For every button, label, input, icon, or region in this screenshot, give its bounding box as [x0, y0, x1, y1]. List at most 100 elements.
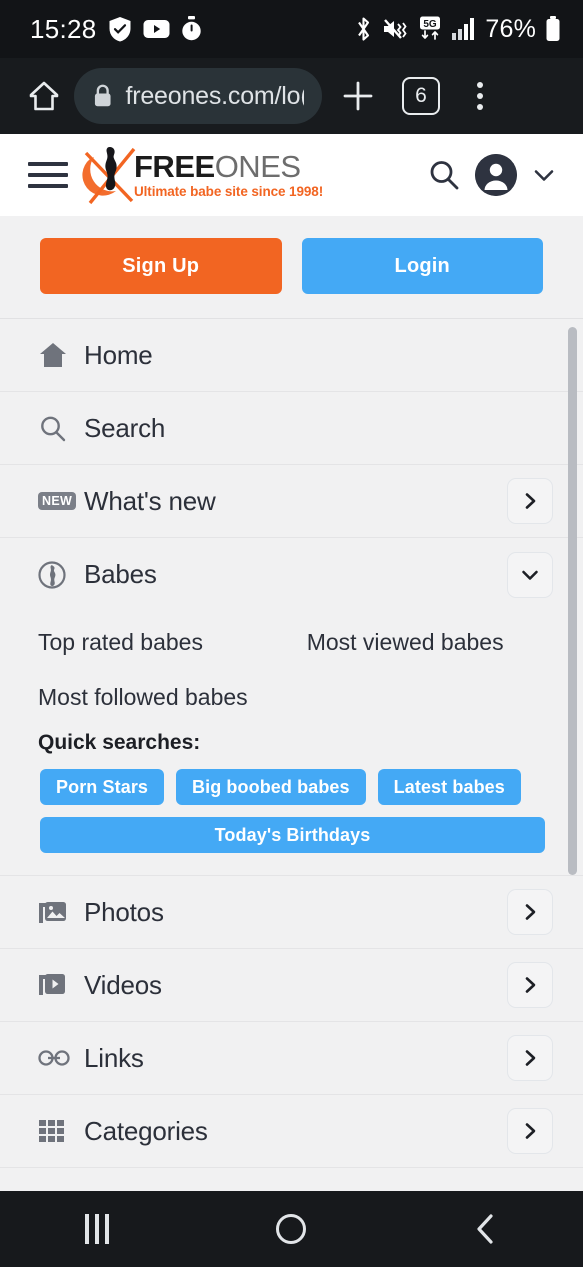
recents-bar: [105, 1214, 110, 1244]
hamburger-icon[interactable]: [22, 154, 74, 196]
chevron-down-icon: [522, 570, 538, 580]
chevron-right-icon: [525, 1123, 536, 1139]
5g-data-icon: 5G: [420, 16, 441, 40]
tab-counter-button[interactable]: 6: [402, 77, 440, 115]
link-icon: [38, 1048, 84, 1068]
menu-item-label: Home: [84, 339, 153, 370]
scrollbar-thumb[interactable]: [568, 327, 577, 875]
chevron-right-icon: [525, 977, 536, 993]
logo-primary: FREE: [134, 148, 215, 184]
status-bar: 15:28 5G 76%: [0, 0, 583, 58]
babe-silhouette-icon: [38, 560, 84, 589]
sublink-top-rated-babes[interactable]: Top rated babes: [38, 615, 307, 670]
overflow-dot: [477, 82, 483, 88]
search-icon[interactable]: [427, 158, 461, 192]
site-logo[interactable]: FREEONES Ultimate babe site since 1998!: [82, 143, 323, 207]
sublink-most-followed-babes[interactable]: Most followed babes: [38, 670, 545, 725]
home-button[interactable]: [231, 1214, 351, 1244]
new-tab-button[interactable]: [328, 79, 388, 113]
logo-secondary: ONES: [214, 148, 301, 184]
recents-bar: [95, 1214, 100, 1244]
menu-item-links[interactable]: Links: [0, 1022, 583, 1095]
tag-todays-birthdays[interactable]: Today's Birthdays: [40, 817, 545, 853]
status-bar-left: 15:28: [30, 14, 202, 45]
recents-bar: [85, 1214, 90, 1244]
menu-item-home[interactable]: Home: [0, 319, 583, 392]
chevron-right-icon: [525, 1050, 536, 1066]
menu-item-whats-new[interactable]: NEW What's new: [0, 465, 583, 538]
url-text: freeones.com/lo(: [125, 81, 304, 110]
browser-toolbar: freeones.com/lo( 6: [0, 58, 583, 134]
expand-photos-button[interactable]: [507, 889, 553, 935]
menu-item-label: What's new: [84, 485, 216, 516]
menu-item-label: Links: [84, 1042, 144, 1073]
menu-item-categories[interactable]: Categories: [0, 1095, 583, 1168]
lock-icon: [94, 84, 111, 107]
mute-vibrate-icon: [384, 19, 407, 39]
battery-percent: 76%: [485, 14, 536, 43]
chevron-down-icon[interactable]: [531, 162, 557, 188]
menu-item-label: Videos: [84, 969, 162, 1000]
url-bar[interactable]: freeones.com/lo(: [74, 68, 322, 124]
search-icon: [38, 414, 84, 443]
overflow-dot: [477, 93, 483, 99]
menu-item-label: Photos: [84, 896, 164, 927]
android-navigation-bar: [0, 1191, 583, 1267]
expand-links-button[interactable]: [507, 1035, 553, 1081]
new-badge-icon: NEW: [38, 491, 84, 511]
freeones-logo-mark: [82, 143, 140, 207]
recents-button[interactable]: [37, 1214, 157, 1244]
recents-icon: [85, 1214, 110, 1244]
menu-section-babes: Babes Top rated babes Most viewed babes …: [0, 538, 583, 876]
menu-item-photos[interactable]: Photos: [0, 876, 583, 949]
sublink-most-viewed-babes[interactable]: Most viewed babes: [307, 615, 545, 670]
signup-button[interactable]: Sign Up: [40, 238, 282, 294]
svg-text:5G: 5G: [424, 19, 438, 30]
header-actions: [427, 154, 557, 196]
auth-buttons: Sign Up Login: [0, 216, 583, 318]
logo-wordmark: FREEONES Ultimate babe site since 1998!: [134, 148, 324, 199]
quick-searches-title: Quick searches:: [38, 731, 201, 754]
menu-item-label: Categories: [84, 1115, 208, 1146]
grid-icon: [38, 1118, 84, 1144]
tag-big-boobed-babes[interactable]: Big boobed babes: [176, 769, 366, 805]
expand-whats-new-button[interactable]: [507, 478, 553, 524]
chevron-right-icon: [525, 493, 536, 509]
site-header: FREEONES Ultimate babe site since 1998!: [0, 134, 583, 216]
videos-icon: [38, 971, 84, 999]
back-button[interactable]: [426, 1212, 546, 1246]
expand-categories-button[interactable]: [507, 1108, 553, 1154]
signal-bars-icon: [452, 18, 475, 40]
logo-tagline: Ultimate babe site since 1998!: [134, 183, 324, 199]
menu-item-search[interactable]: Search: [0, 392, 583, 465]
quick-search-tags: Porn Stars Big boobed babes Latest babes…: [38, 759, 545, 853]
hamburger-line: [28, 184, 68, 188]
shield-check-icon: [109, 17, 131, 42]
expand-videos-button[interactable]: [507, 962, 553, 1008]
babes-submenu: Top rated babes Most viewed babes Most f…: [0, 611, 583, 853]
browser-menu-button[interactable]: [460, 82, 500, 110]
login-button[interactable]: Login: [301, 238, 543, 294]
stopwatch-icon: [181, 16, 201, 41]
avatar-icon: [475, 154, 517, 196]
status-bar-right: 5G 76%: [354, 15, 561, 44]
chevron-right-icon: [525, 904, 536, 920]
hamburger-line: [28, 162, 68, 166]
collapse-babes-button[interactable]: [507, 551, 553, 598]
youtube-icon: [143, 20, 170, 38]
menu-item-babes[interactable]: Babes: [0, 538, 583, 611]
home-icon: [29, 81, 59, 111]
back-icon: [477, 1214, 493, 1244]
battery-icon: [546, 16, 560, 41]
browser-home-button[interactable]: [20, 79, 68, 113]
overflow-dot: [477, 104, 483, 110]
menu-item-videos[interactable]: Videos: [0, 949, 583, 1022]
avatar[interactable]: [475, 154, 517, 196]
menu-item-label: Search: [84, 412, 166, 443]
tag-porn-stars[interactable]: Porn Stars: [40, 769, 165, 805]
status-time: 15:28: [30, 13, 97, 44]
tag-latest-babes[interactable]: Latest babes: [377, 769, 521, 805]
navigation-menu: Home Search NEW What's new Babes Top rat…: [0, 318, 583, 1191]
new-badge-label: NEW: [38, 491, 77, 511]
bluetooth-icon: [358, 17, 370, 41]
